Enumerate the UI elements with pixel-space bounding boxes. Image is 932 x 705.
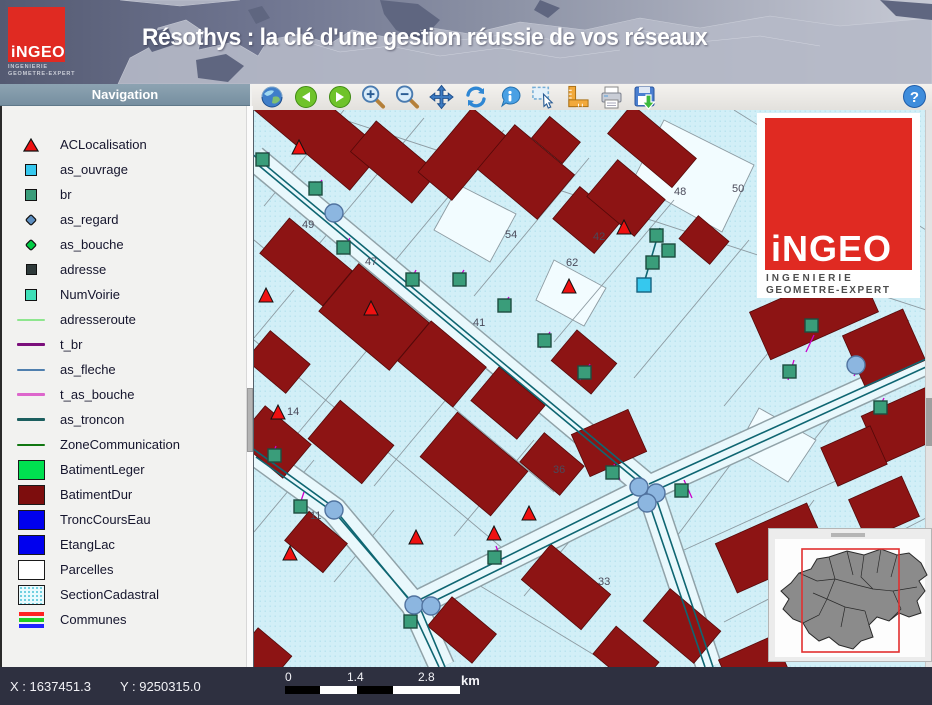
zoom-in-icon[interactable] xyxy=(361,85,386,110)
svg-text:36: 36 xyxy=(553,464,565,476)
coordinate-x: X : 1637451.3 xyxy=(10,679,91,694)
refresh-icon[interactable] xyxy=(463,85,488,110)
square-marker-icon xyxy=(2,189,60,201)
square-marker-icon xyxy=(2,164,60,176)
ouvrage-marker xyxy=(637,278,651,292)
select-icon[interactable] xyxy=(531,85,556,110)
ingeo-logo-word: iNGEO xyxy=(11,46,65,60)
legend-item-zonecommunication[interactable]: ZoneCommunication xyxy=(2,432,246,457)
svg-text:47: 47 xyxy=(365,256,377,268)
svg-text:14: 14 xyxy=(287,406,299,418)
svg-text:50: 50 xyxy=(732,183,744,195)
rect-swatch xyxy=(2,585,60,605)
legend-item-as-fleche[interactable]: as_fleche xyxy=(2,357,246,382)
coordinate-y: Y : 9250315.0 xyxy=(120,679,201,694)
rect-swatch xyxy=(2,560,60,580)
legend-item-parcelles[interactable]: Parcelles xyxy=(2,557,246,582)
scale-unit: km xyxy=(461,673,480,688)
legend-item-as-ouvrage[interactable]: as_ouvrage xyxy=(2,157,246,182)
rect-swatch xyxy=(2,510,60,530)
line-swatch xyxy=(2,444,60,446)
triangle-marker-icon xyxy=(2,138,60,152)
navigation-panel-header: Navigation xyxy=(0,84,250,106)
svg-text:49: 49 xyxy=(302,219,314,231)
ingeo-card: iNGEO INGENIERIE GEOMETRE-EXPERT xyxy=(757,113,920,298)
legend-item-as-troncon[interactable]: as_troncon xyxy=(2,407,246,432)
legend-item-batimentleger[interactable]: BatimentLeger xyxy=(2,457,246,482)
navigation-title: Navigation xyxy=(92,87,158,102)
line-swatch xyxy=(2,369,60,371)
legend-scrollbar[interactable] xyxy=(246,106,253,667)
forward-icon[interactable] xyxy=(327,85,352,110)
legend-item-adresse[interactable]: adresse xyxy=(2,257,246,282)
legend-item-as-bouche[interactable]: as_bouche xyxy=(2,232,246,257)
diamond-marker-icon xyxy=(2,238,60,252)
rect-swatch xyxy=(2,535,60,555)
overview-map[interactable] xyxy=(768,528,932,662)
resothys-app: iNGEO INGENIERIE GEOMETRE-EXPERT Résothy… xyxy=(0,0,932,705)
ingeo-card-line2: GEOMETRE-EXPERT xyxy=(766,285,891,296)
ingeo-logo: iNGEO xyxy=(8,7,65,62)
svg-text:54: 54 xyxy=(505,229,517,241)
legend-item-numvoirie[interactable]: NumVoirie xyxy=(2,282,246,307)
svg-text:41: 41 xyxy=(473,317,485,329)
line-swatch xyxy=(2,343,60,347)
line-swatch xyxy=(2,319,60,321)
svg-text:?: ? xyxy=(910,89,919,106)
legend-item-t-as-bouche[interactable]: t_as_bouche xyxy=(2,382,246,407)
legend-panel: ACLocalisation as_ouvrage br as_regard a… xyxy=(0,106,246,667)
app-header: iNGEO INGENIERIE GEOMETRE-EXPERT Résothy… xyxy=(0,0,932,84)
map-toolbar: ? xyxy=(252,84,932,110)
legend-item-tronccourseau[interactable]: TroncCoursEau xyxy=(2,507,246,532)
rect-swatch xyxy=(2,485,60,505)
legend-item-t-br[interactable]: t_br xyxy=(2,332,246,357)
ingeo-card-line1: INGENIERIE xyxy=(766,273,854,284)
square-marker-icon xyxy=(2,264,60,275)
line-swatch xyxy=(2,393,60,396)
tricolor-swatch xyxy=(2,612,60,628)
legend-item-aclocalisation[interactable]: ACLocalisation xyxy=(2,132,246,157)
legend-item-as-regard[interactable]: as_regard xyxy=(2,207,246,232)
measure-icon[interactable] xyxy=(565,85,590,110)
square-marker-icon xyxy=(2,289,60,301)
save-icon[interactable] xyxy=(633,85,658,110)
overview-drag-handle[interactable] xyxy=(831,533,865,537)
legend-item-adresseroute[interactable]: adresseroute xyxy=(2,307,246,332)
legend-item-br[interactable]: br xyxy=(2,182,246,207)
map-scrollbar-thumb[interactable] xyxy=(926,398,932,446)
svg-text:33: 33 xyxy=(598,576,610,588)
svg-text:62: 62 xyxy=(566,257,578,269)
scale-tick-2: 2.8 xyxy=(418,670,435,684)
legend-item-etanglac[interactable]: EtangLac xyxy=(2,532,246,557)
ingeo-card-word: iNGEO xyxy=(771,232,892,266)
scale-bar: 0 1.4 2.8 km xyxy=(285,670,485,694)
scale-strip xyxy=(285,686,460,694)
back-icon[interactable] xyxy=(293,85,318,110)
ingeo-card-logo: iNGEO xyxy=(765,118,912,270)
globe-icon[interactable] xyxy=(259,85,284,110)
status-bar: X : 1637451.3 Y : 9250315.0 0 1.4 2.8 km xyxy=(0,667,932,705)
line-swatch xyxy=(2,418,60,421)
zoom-out-icon[interactable] xyxy=(395,85,420,110)
pan-icon[interactable] xyxy=(429,85,454,110)
svg-text:42: 42 xyxy=(593,231,605,243)
svg-text:11: 11 xyxy=(310,510,321,522)
legend-item-batimentdur[interactable]: BatimentDur xyxy=(2,482,246,507)
legend-item-sectioncadastral[interactable]: SectionCadastral xyxy=(2,582,246,607)
ingeo-logo-subtitle: INGENIERIE GEOMETRE-EXPERT xyxy=(8,64,78,77)
info-icon[interactable] xyxy=(497,85,522,110)
print-icon[interactable] xyxy=(599,85,624,110)
rect-swatch xyxy=(2,460,60,480)
diamond-marker-icon xyxy=(2,213,60,227)
scale-tick-0: 0 xyxy=(285,670,292,684)
page-title: Résothys : la clé d'une gestion réussie … xyxy=(142,24,707,52)
legend-item-communes[interactable]: Communes xyxy=(2,607,246,632)
scale-tick-1: 1.4 xyxy=(347,670,364,684)
help-icon[interactable]: ? xyxy=(902,84,927,109)
svg-text:48: 48 xyxy=(674,186,686,198)
